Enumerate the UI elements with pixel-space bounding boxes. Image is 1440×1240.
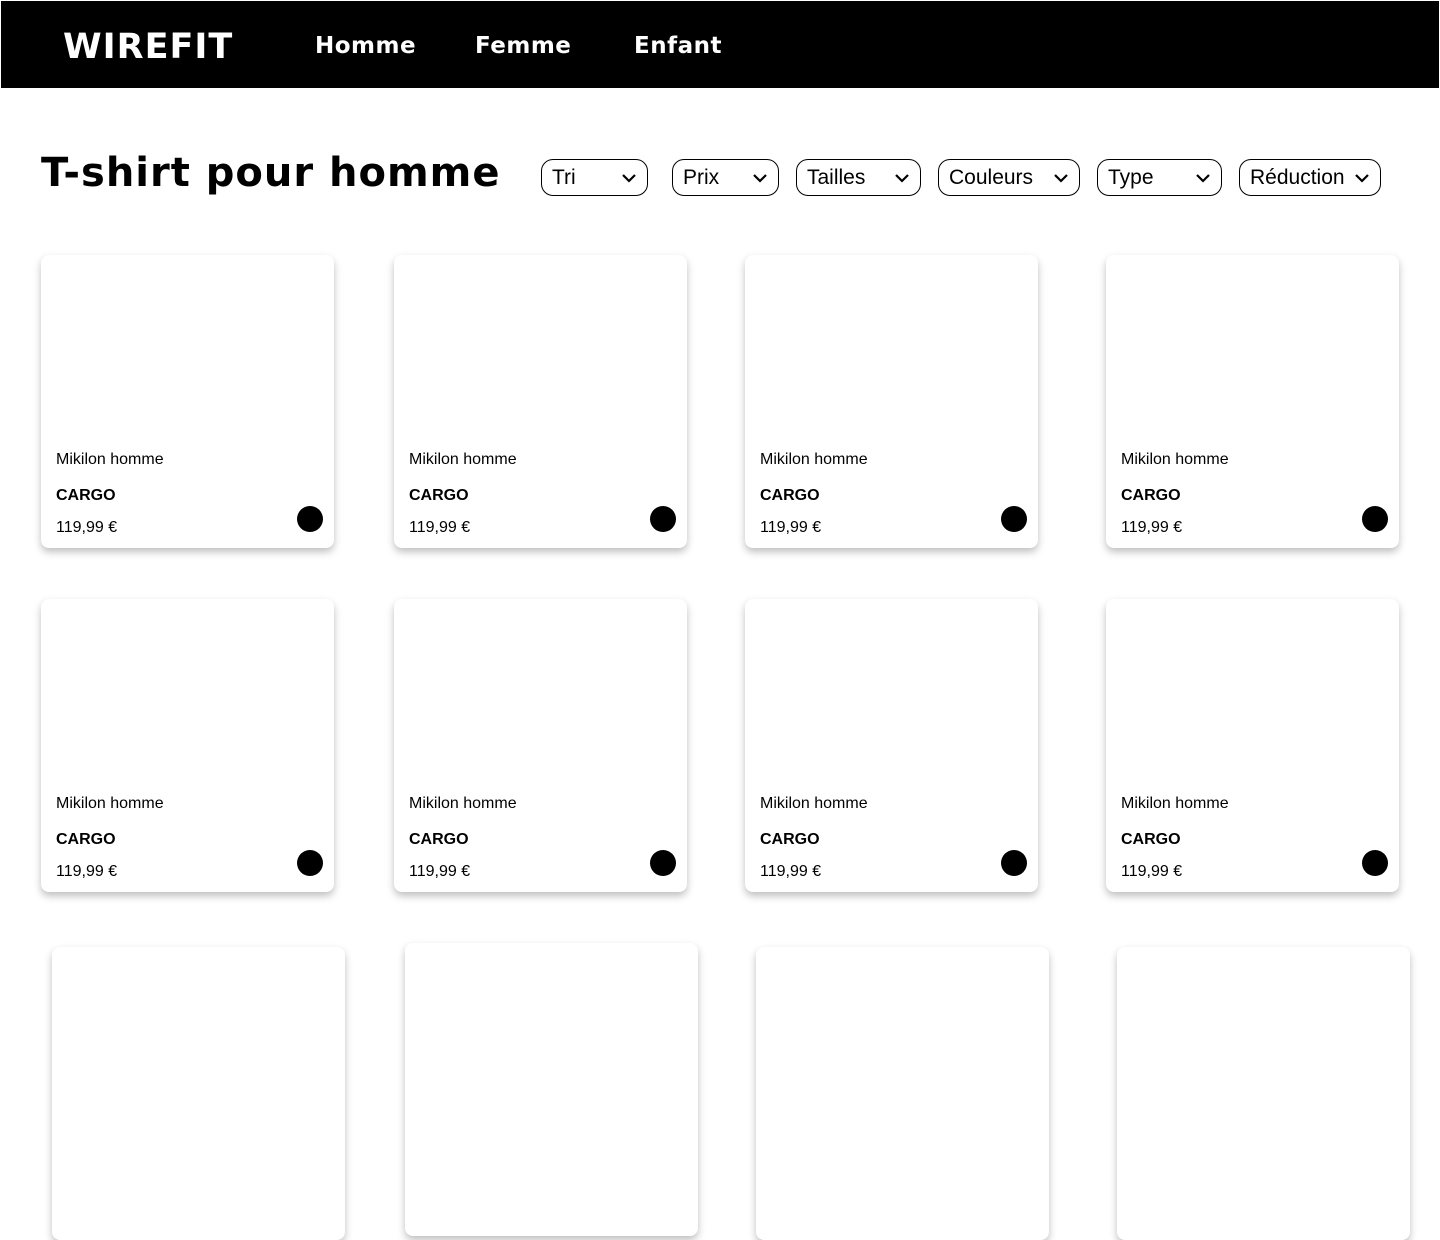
filter-dropdown-5[interactable]: Réduction xyxy=(1239,159,1381,196)
product-price: 119,99 € xyxy=(409,863,471,880)
logo[interactable]: WIREFIT xyxy=(63,27,233,67)
product-name: Mikilon homme xyxy=(760,451,868,468)
product-card-partial[interactable] xyxy=(405,943,698,1236)
product-brand: CARGO xyxy=(1121,831,1181,848)
chevron-down-icon xyxy=(753,173,767,183)
filter-dropdown-1[interactable]: Prix xyxy=(672,159,779,196)
product-name: Mikilon homme xyxy=(760,795,868,812)
product-name: Mikilon homme xyxy=(56,451,164,468)
chevron-down-icon xyxy=(895,173,909,183)
page-title: T-shirt pour homme xyxy=(41,150,501,196)
color-swatch[interactable] xyxy=(1362,850,1388,876)
product-name: Mikilon homme xyxy=(1121,451,1229,468)
product-brand: CARGO xyxy=(409,831,469,848)
color-swatch[interactable] xyxy=(297,506,323,532)
filter-dropdown-2[interactable]: Tailles xyxy=(796,159,921,196)
color-swatch[interactable] xyxy=(650,850,676,876)
top-navbar: WIREFIT Homme Femme Enfant xyxy=(0,0,1440,89)
product-name: Mikilon homme xyxy=(56,795,164,812)
chevron-down-icon xyxy=(1054,173,1068,183)
product-price: 119,99 € xyxy=(56,863,118,880)
product-card[interactable]: Mikilon homme CARGO 119,99 € xyxy=(394,599,687,892)
product-brand: CARGO xyxy=(409,487,469,504)
nav-link-femme[interactable]: Femme xyxy=(475,33,571,59)
filter-label: Réduction xyxy=(1250,165,1345,189)
product-card-partial[interactable] xyxy=(756,947,1049,1240)
filter-label: Tailles xyxy=(807,165,866,189)
product-name: Mikilon homme xyxy=(1121,795,1229,812)
color-swatch[interactable] xyxy=(650,506,676,532)
product-brand: CARGO xyxy=(760,831,820,848)
filter-label: Prix xyxy=(683,165,720,189)
nav-link-enfant[interactable]: Enfant xyxy=(634,33,722,59)
filter-dropdown-3[interactable]: Couleurs xyxy=(938,159,1080,196)
product-card[interactable]: Mikilon homme CARGO 119,99 € xyxy=(745,255,1038,548)
chevron-down-icon xyxy=(1196,173,1210,183)
product-brand: CARGO xyxy=(56,831,116,848)
product-card-partial[interactable] xyxy=(1117,947,1410,1240)
product-card[interactable]: Mikilon homme CARGO 119,99 € xyxy=(1106,255,1399,548)
product-price: 119,99 € xyxy=(409,519,471,536)
filter-dropdown-0[interactable]: Tri xyxy=(541,159,648,196)
chevron-down-icon xyxy=(622,173,636,183)
product-card-partial[interactable] xyxy=(52,947,345,1240)
product-brand: CARGO xyxy=(1121,487,1181,504)
filter-dropdown-4[interactable]: Type xyxy=(1097,159,1222,196)
product-card[interactable]: Mikilon homme CARGO 119,99 € xyxy=(41,599,334,892)
filter-label: Couleurs xyxy=(949,165,1034,189)
product-price: 119,99 € xyxy=(1121,863,1183,880)
nav-link-homme[interactable]: Homme xyxy=(315,33,416,59)
product-card[interactable]: Mikilon homme CARGO 119,99 € xyxy=(394,255,687,548)
product-brand: CARGO xyxy=(56,487,116,504)
product-card[interactable]: Mikilon homme CARGO 119,99 € xyxy=(41,255,334,548)
product-price: 119,99 € xyxy=(760,519,822,536)
product-price: 119,99 € xyxy=(760,863,822,880)
color-swatch[interactable] xyxy=(1001,850,1027,876)
filter-label: Type xyxy=(1108,165,1154,189)
color-swatch[interactable] xyxy=(1001,506,1027,532)
color-swatch[interactable] xyxy=(1362,506,1388,532)
product-price: 119,99 € xyxy=(56,519,118,536)
chevron-down-icon xyxy=(1355,173,1369,183)
product-name: Mikilon homme xyxy=(409,451,517,468)
product-brand: CARGO xyxy=(760,487,820,504)
filter-label: Tri xyxy=(552,165,576,189)
product-price: 119,99 € xyxy=(1121,519,1183,536)
product-card[interactable]: Mikilon homme CARGO 119,99 € xyxy=(745,599,1038,892)
product-name: Mikilon homme xyxy=(409,795,517,812)
product-card[interactable]: Mikilon homme CARGO 119,99 € xyxy=(1106,599,1399,892)
color-swatch[interactable] xyxy=(297,850,323,876)
